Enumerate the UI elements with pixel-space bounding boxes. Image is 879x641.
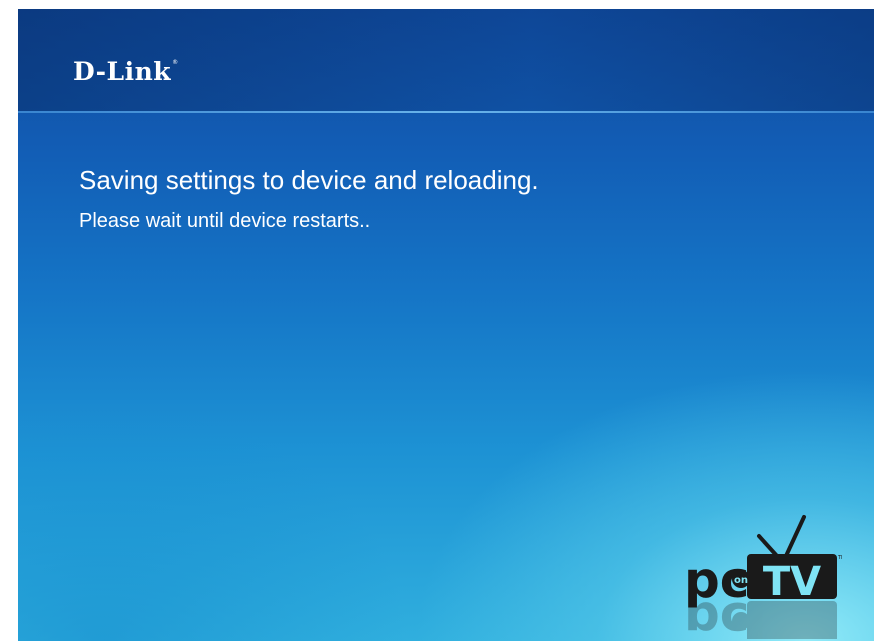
- tv-antenna-icon: [757, 515, 806, 558]
- trademark-mark: TM: [837, 555, 842, 561]
- tv-text: TV: [763, 559, 821, 605]
- status-detail: Please wait until device restarts..: [79, 210, 371, 232]
- dlink-logo: D-Link®: [73, 59, 179, 84]
- header-divider: [18, 111, 874, 113]
- reboot-screen: D-Link® Saving settings to device and re…: [18, 9, 874, 641]
- pc-on-tv-logo: pc on TV TM pc: [684, 515, 842, 639]
- registered-mark: ®: [172, 59, 179, 66]
- status-headline: Saving settings to device and reloading.: [79, 165, 539, 195]
- on-text: on: [734, 575, 748, 586]
- dlink-logo-text: D-Link: [73, 57, 172, 86]
